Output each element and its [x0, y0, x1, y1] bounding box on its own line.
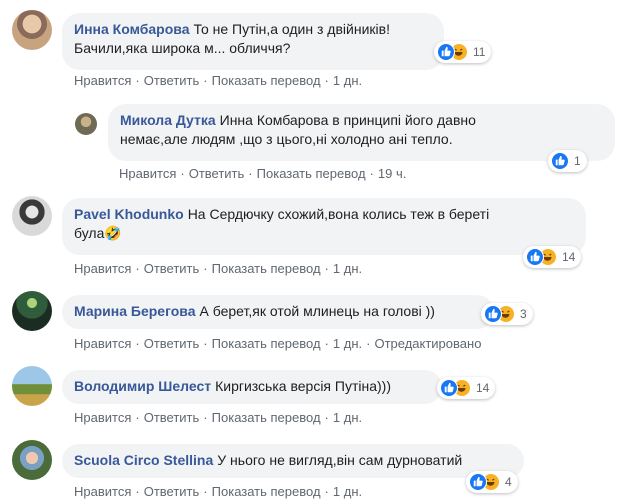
translate-link[interactable]: Показать перевод: [212, 410, 321, 425]
comment-actions: Нравится · Ответить · Показать перевод · 19 ч.: [119, 166, 407, 181]
translate-link[interactable]: Показать перевод: [212, 336, 321, 351]
comment-time[interactable]: 1 дн.: [333, 410, 362, 425]
comment-author[interactable]: Pavel Khodunko: [74, 206, 184, 222]
comment-text: Киргизська версія Путіна))): [215, 378, 391, 394]
comment-bubble: Володимир Шелест Киргизська версія Путіна…: [62, 370, 442, 404]
reply-link[interactable]: Ответить: [144, 410, 200, 425]
reply-link[interactable]: Ответить: [144, 261, 200, 276]
comment-time[interactable]: 19 ч.: [378, 166, 406, 181]
like-icon: [469, 473, 487, 491]
translate-link[interactable]: Показать перевод: [257, 166, 366, 181]
comment-bubble: Инна Комбарова То не Путін,а один з двійн…: [62, 13, 444, 70]
avatar[interactable]: [12, 440, 52, 480]
reply-link[interactable]: Ответить: [189, 166, 245, 181]
comment-text-line2: немає,але людям ,що з цього,ні холодно а…: [120, 131, 453, 147]
reactions-count[interactable]: 11: [434, 41, 492, 63]
comment-actions: Нравится · Ответить · Показать перевод · 1 дн.: [74, 73, 363, 88]
like-icon: [484, 305, 502, 323]
like-link[interactable]: Нравится: [74, 73, 131, 88]
comment-text: Инна Комбарова в принципі його давно: [219, 112, 476, 128]
like-link[interactable]: Нравится: [119, 166, 176, 181]
like-icon: [526, 248, 544, 266]
comment-actions: Нравится · Ответить · Показать перевод · 1 дн.: [74, 484, 363, 499]
reactions-number: 4: [505, 475, 512, 489]
like-link[interactable]: Нравится: [74, 261, 131, 276]
comment-author[interactable]: Володимир Шелест: [74, 378, 211, 394]
comment-author[interactable]: Scuola Circo Stellina: [74, 452, 213, 468]
comment-bubble: Pavel Khodunko На Сердючку схожий,вона ко…: [62, 198, 586, 255]
avatar[interactable]: [12, 366, 52, 406]
avatar[interactable]: [12, 10, 52, 50]
comment-author[interactable]: Инна Комбарова: [74, 21, 189, 37]
comment-text: У нього не вигляд,він сам дурноватий: [217, 452, 463, 468]
comment-text-line2: Бачили,яка широка м... обличчя?: [74, 40, 291, 56]
like-icon: [440, 379, 458, 397]
like-link[interactable]: Нравится: [74, 336, 131, 351]
translate-link[interactable]: Показать перевод: [212, 484, 321, 499]
comment-time[interactable]: 1 дн.: [333, 261, 362, 276]
comment-text: А берет,як отой млинець на голові )): [199, 303, 435, 319]
reactions-number: 14: [476, 381, 490, 395]
reactions-number: 3: [520, 307, 527, 321]
translate-link[interactable]: Показать перевод: [212, 261, 321, 276]
avatar[interactable]: [12, 196, 52, 236]
reactions-number: 11: [473, 45, 486, 59]
comment-bubble: Scuola Circo Stellina У нього не вигляд,в…: [62, 444, 524, 478]
comment-text-line2: була🤣: [74, 225, 122, 241]
reactions-number: 14: [562, 250, 576, 264]
comment-actions: Нравится · Ответить · Показать перевод · 1 дн.…: [74, 336, 482, 351]
reactions-number: 1: [574, 154, 581, 168]
like-icon: [437, 43, 455, 61]
reactions-count[interactable]: 14: [523, 246, 582, 268]
like-icon: [551, 152, 569, 170]
comment-time[interactable]: 1 дн.: [333, 336, 362, 351]
like-link[interactable]: Нравится: [74, 410, 131, 425]
comment-author[interactable]: Марина Берегова: [74, 303, 196, 319]
translate-link[interactable]: Показать перевод: [212, 73, 321, 88]
reply-link[interactable]: Ответить: [144, 484, 200, 499]
comment-text: На Сердючку схожий,вона колись теж в бер…: [187, 206, 490, 222]
comment-bubble: Микола Дутка Инна Комбарова в принципі йо…: [108, 104, 615, 161]
comment-actions: Нравится · Ответить · Показать перевод · 1 дн.: [74, 261, 363, 276]
reactions-count[interactable]: 14: [437, 377, 496, 399]
like-link[interactable]: Нравится: [74, 484, 131, 499]
comment-bubble: Марина Берегова А берет,як отой млинець н…: [62, 295, 494, 329]
comment-time[interactable]: 1 дн.: [333, 484, 362, 499]
edited-link[interactable]: Отредактировано: [374, 336, 481, 351]
reactions-count[interactable]: 4: [466, 471, 518, 493]
avatar[interactable]: [12, 291, 52, 331]
reactions-count[interactable]: 3: [481, 303, 533, 325]
comment-author[interactable]: Микола Дутка: [120, 112, 216, 128]
avatar[interactable]: [75, 113, 97, 135]
reply-link[interactable]: Ответить: [144, 336, 200, 351]
comment-time[interactable]: 1 дн.: [333, 73, 362, 88]
reactions-count[interactable]: 1: [548, 150, 587, 172]
reply-link[interactable]: Ответить: [144, 73, 200, 88]
comment-text: То не Путін,а один з двійників!: [193, 21, 390, 37]
comment-actions: Нравится · Ответить · Показать перевод · 1 дн.: [74, 410, 363, 425]
